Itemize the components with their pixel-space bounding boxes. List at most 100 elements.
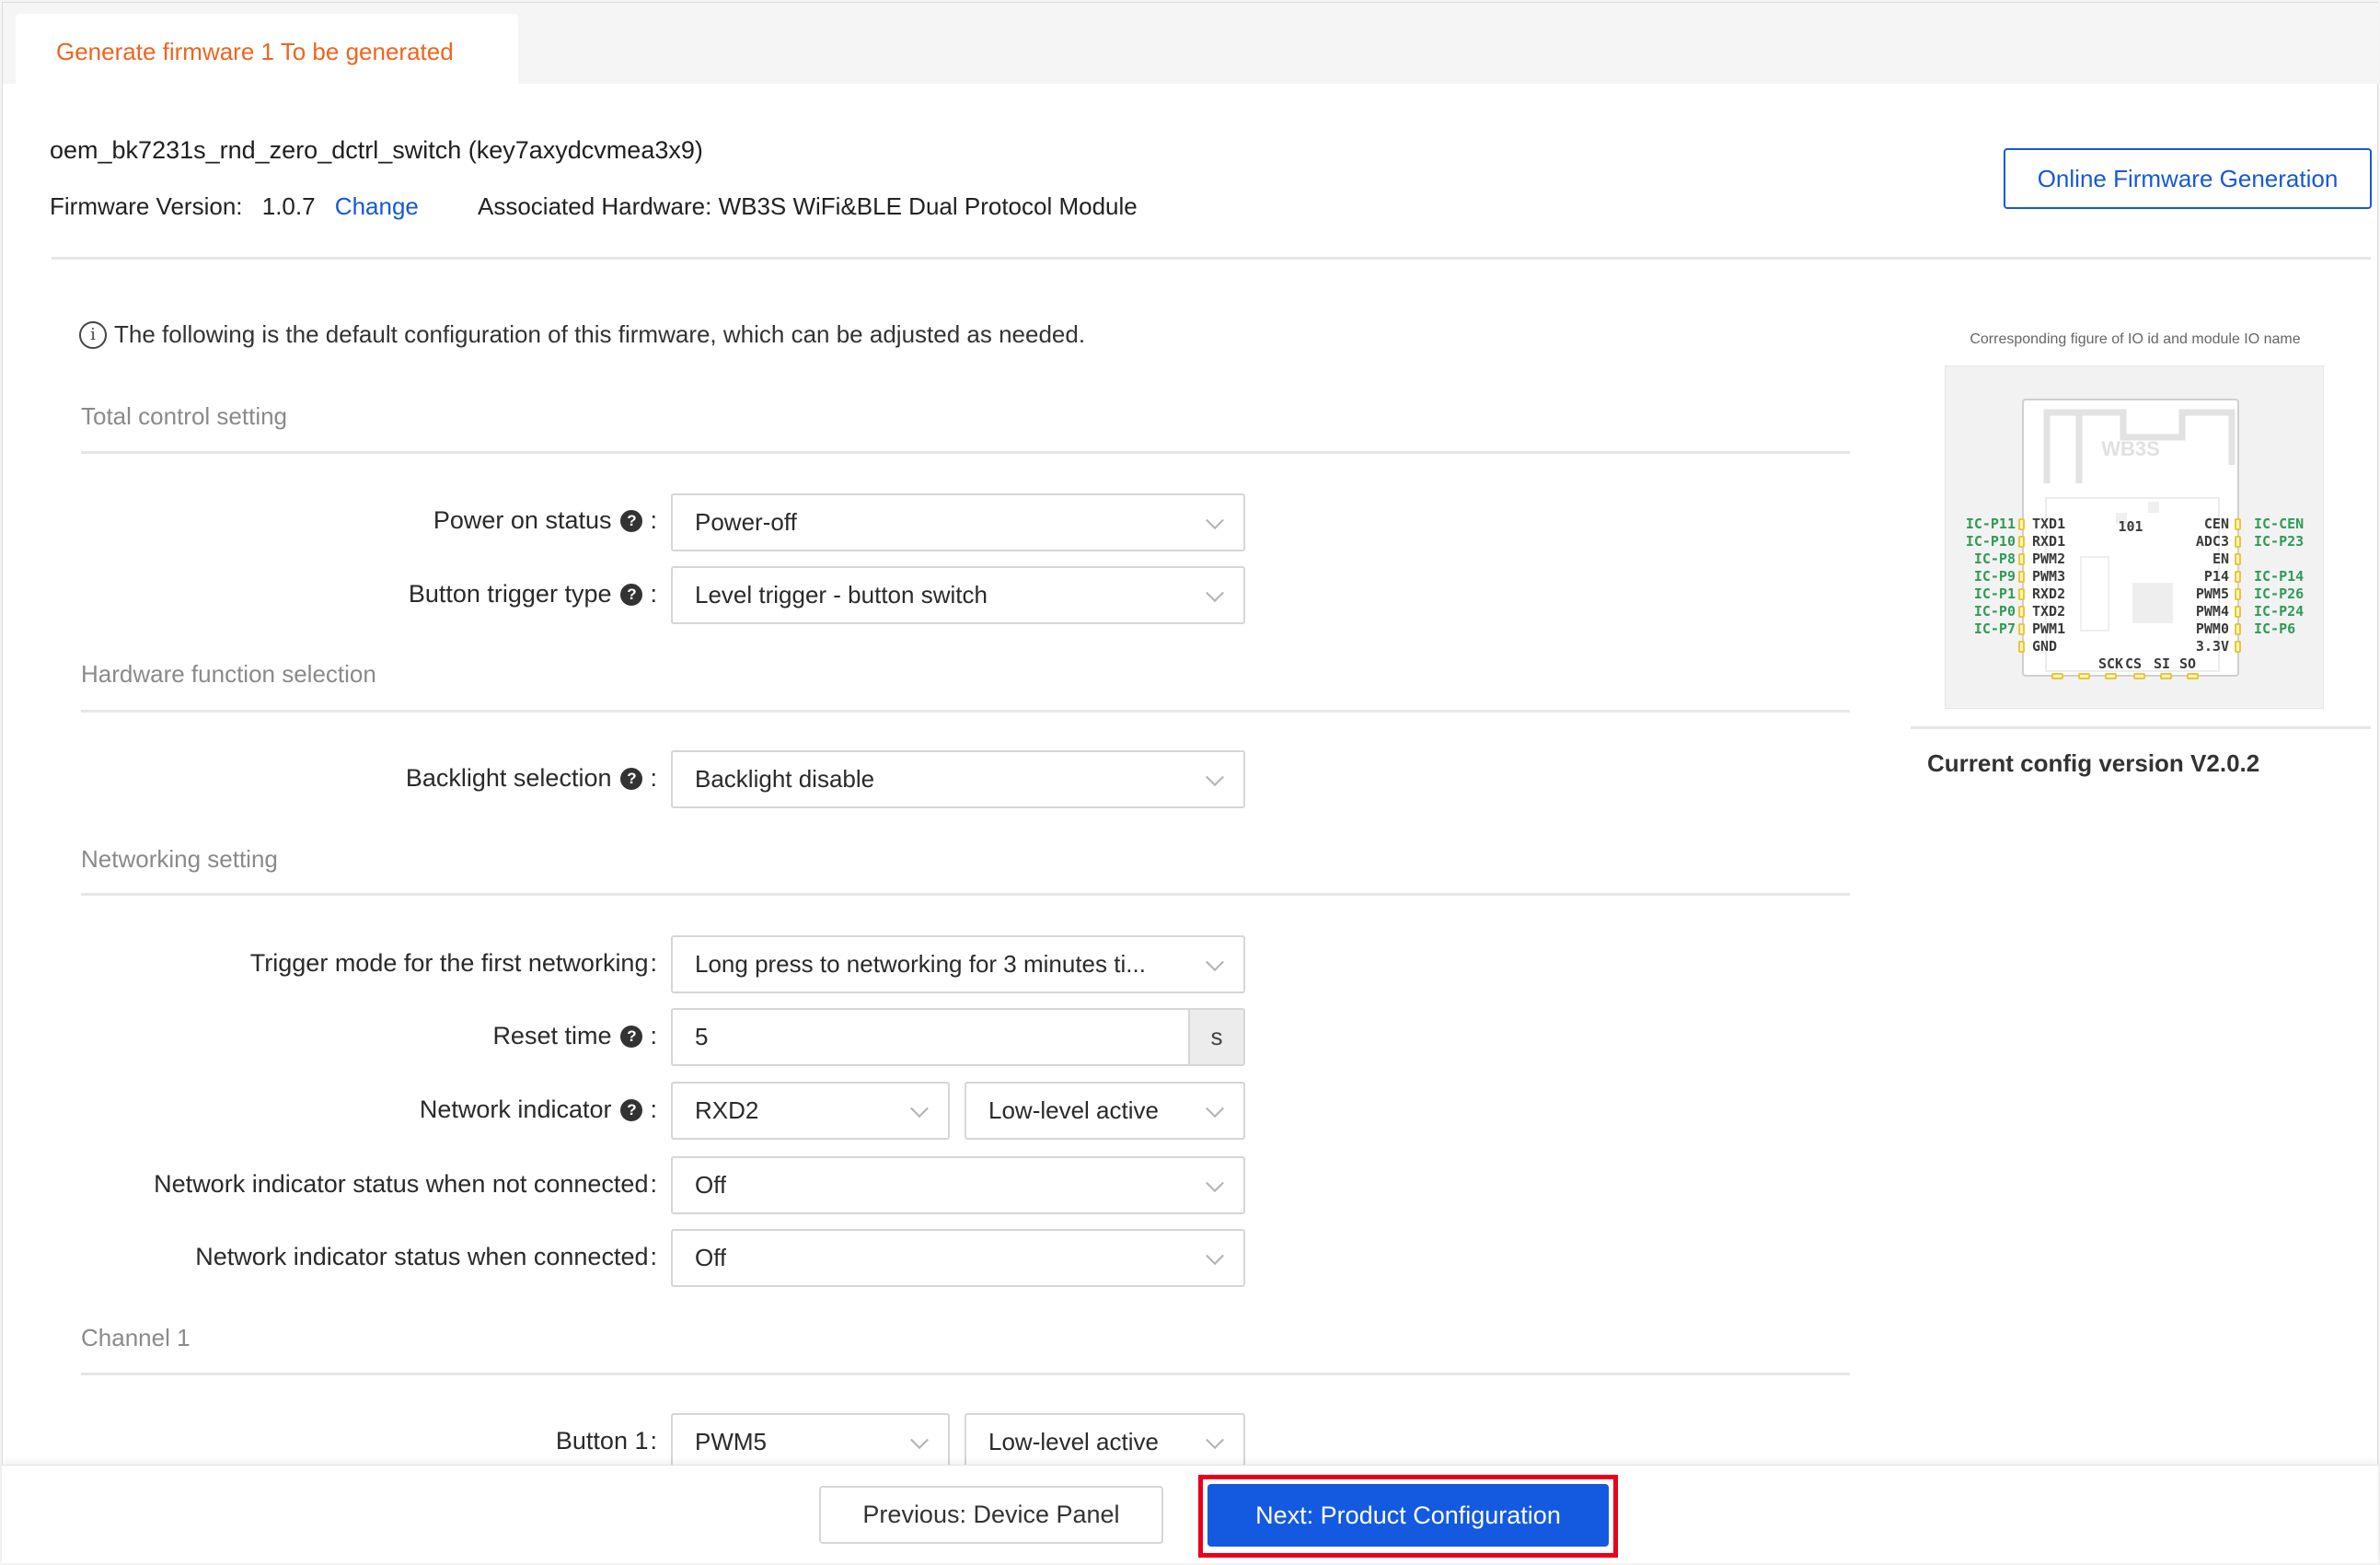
chevron-down-icon [1206, 510, 1224, 529]
status-not-connected-label: Network indicator status when not connec… [154, 1170, 657, 1199]
reset-time-input[interactable] [673, 1010, 1188, 1064]
chevron-down-icon [1206, 583, 1224, 602]
backlight-selection-select[interactable]: Backlight disable [671, 750, 1245, 808]
io-id-label: IC-CEN [2254, 516, 2305, 532]
io-id-label: IC-P7 [1973, 620, 2016, 637]
next-button[interactable]: Next: Product Configuration [1207, 1484, 1609, 1547]
select-value: Power-off [695, 508, 797, 536]
status-not-connected-select[interactable]: Off [671, 1156, 1245, 1214]
section-heading-hardware: Hardware function selection [81, 660, 376, 688]
pin-pad [2187, 673, 2199, 679]
pin-pad [2018, 623, 2025, 635]
previous-button[interactable]: Previous: Device Panel [819, 1486, 1163, 1544]
help-icon[interactable]: ? [620, 509, 643, 532]
colon: : [650, 1096, 657, 1123]
module-io-label: CEN [2203, 516, 2229, 532]
io-id-label: IC-P1 [1973, 585, 2016, 602]
pin-pad [2235, 606, 2241, 618]
select-value: Backlight disable [695, 765, 875, 793]
pin-pad [2160, 673, 2172, 679]
tab-bar: Generate firmware 1 To be generated [3, 3, 2379, 86]
reset-time-unit: s [1188, 1010, 1243, 1064]
module-io-label: PWM1 [2032, 620, 2066, 637]
status-connected-select[interactable]: Off [671, 1229, 1245, 1287]
power-on-status-select[interactable]: Power-off [671, 493, 1245, 551]
colon: : [650, 1243, 657, 1270]
pin-pad [2018, 588, 2025, 600]
section-heading-networking: Networking setting [81, 845, 278, 873]
module-io-label: EN [2212, 551, 2229, 567]
pin-pad [2235, 536, 2241, 548]
select-value: Level trigger - button switch [695, 581, 988, 609]
label-text: Button trigger type [408, 580, 612, 608]
chevron-down-icon [910, 1098, 929, 1118]
module-io-label: CS [2125, 655, 2143, 672]
chevron-down-icon [1206, 1246, 1224, 1265]
pin-pad [2018, 536, 2025, 548]
io-id-label: IC-P0 [1973, 603, 2016, 620]
tab-generate-firmware-1[interactable]: Generate firmware 1 To be generated [16, 14, 518, 86]
chevron-down-icon [1206, 952, 1224, 971]
section-heading-total-control: Total control setting [81, 402, 288, 430]
colon: : [650, 949, 657, 977]
select-value: Off [695, 1171, 727, 1199]
online-firmware-generation-button[interactable]: Online Firmware Generation [2004, 148, 2372, 209]
module-io-label: SI [2154, 655, 2171, 672]
diagram-title: Corresponding figure of IO id and module… [1970, 331, 2301, 347]
trigger-mode-select[interactable]: Long press to networking for 3 minutes t… [671, 935, 1245, 993]
button-trigger-type-label: Button trigger type ? : [409, 580, 657, 609]
backlight-selection-label: Backlight selection ? : [406, 764, 657, 793]
pin-pad [2235, 623, 2241, 635]
chevron-down-icon [1206, 1098, 1224, 1118]
reset-time-label: Reset time ? : [492, 1022, 657, 1050]
io-id-label: IC-P11 [1965, 516, 2016, 532]
label-text: Trigger mode for the first networking [249, 949, 649, 977]
section-divider [81, 893, 1850, 896]
tab-label: Generate firmware 1 To be generated [56, 38, 454, 65]
help-icon[interactable]: ? [620, 583, 643, 606]
network-indicator-level-select[interactable]: Low-level active [965, 1082, 1245, 1140]
select-value: RXD2 [695, 1096, 759, 1124]
network-indicator-pin-select[interactable]: RXD2 [671, 1082, 950, 1140]
io-id-label: IC-P26 [2254, 585, 2305, 602]
chevron-down-icon [1206, 767, 1224, 786]
chevron-down-icon [910, 1430, 929, 1449]
firmware-version-row: Firmware Version: 1.0.7 Change [50, 192, 419, 221]
module-io-label: TXD2 [2032, 603, 2066, 620]
module-io-label: PWM3 [2032, 568, 2066, 585]
right-panel-divider [1911, 726, 2371, 729]
current-config-version: Current config version V2.0.2 [1927, 749, 2260, 777]
label-text: Network indicator [419, 1096, 612, 1123]
io-id-label: IC-P10 [1965, 533, 2016, 550]
firmware-title: oem_bk7231s_rnd_zero_dctrl_switch (key7a… [50, 136, 703, 164]
button-trigger-type-select[interactable]: Level trigger - button switch [671, 566, 1245, 624]
label-text: Network indicator status when not connec… [154, 1170, 649, 1198]
label-text: Button 1 [555, 1427, 649, 1455]
change-version-link[interactable]: Change [335, 192, 419, 220]
button-1-label: Button 1 : [556, 1427, 657, 1455]
module-io-label: P14 [2203, 568, 2229, 585]
help-icon[interactable]: ? [620, 767, 643, 790]
status-connected-label: Network indicator status when connected … [195, 1243, 657, 1271]
pin-pad [2133, 673, 2145, 679]
power-on-status-label: Power on status ? : [433, 506, 657, 535]
pin-pad [2018, 518, 2025, 530]
button-1-pin-select[interactable]: PWM5 [671, 1413, 950, 1471]
colon: : [650, 1427, 657, 1455]
chevron-down-icon [1206, 1430, 1224, 1449]
section-divider [81, 451, 1850, 454]
help-icon[interactable]: ? [620, 1025, 643, 1048]
module-io-label: SCK [2098, 655, 2124, 672]
info-message: i The following is the default configura… [79, 320, 1085, 349]
help-icon[interactable]: ? [620, 1098, 643, 1121]
hardware-value: WB3S WiFi&BLE Dual Protocol Module [718, 192, 1138, 220]
section-divider [81, 1373, 1850, 1375]
pin-pad [2078, 673, 2090, 679]
pin-pad [2235, 588, 2241, 600]
colon: : [650, 1022, 657, 1049]
button-1-level-select[interactable]: Low-level active [965, 1413, 1245, 1471]
network-indicator-label: Network indicator ? : [420, 1096, 657, 1124]
module-io-label: ADC3 [2195, 533, 2229, 550]
io-id-label: IC-P24 [2254, 603, 2305, 620]
io-id-label: IC-P23 [2254, 533, 2305, 550]
